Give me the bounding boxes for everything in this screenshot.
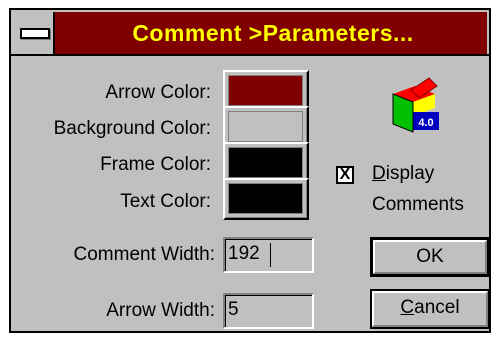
checkbox-check-mark: X (339, 166, 351, 183)
title-bar: Comment >Parameters... (13, 12, 487, 54)
text-color-button[interactable] (223, 178, 309, 220)
title-divider (11, 54, 489, 56)
app-logo-icon: 4.0 (385, 72, 443, 134)
display-comments-label-line2[interactable]: Comments (372, 193, 464, 217)
arrow-width-value: 5 (228, 299, 239, 320)
arrow-width-input[interactable]: 5 (223, 293, 314, 329)
comment-width-input[interactable]: 192 (223, 237, 314, 273)
background-color-swatch (228, 111, 303, 142)
display-rest: isplay (385, 163, 435, 184)
logo-version-text: 4.0 (418, 117, 433, 129)
parameters-dialog: Comment >Parameters... Arrow Color: Back… (9, 8, 491, 333)
cancel-mnemonic: C (400, 297, 415, 318)
text-color-swatch (228, 183, 303, 214)
arrow-color-swatch (228, 75, 303, 106)
display-mnemonic: D (372, 163, 386, 184)
ok-button-label: OK (416, 246, 444, 267)
frame-color-swatch (228, 147, 303, 178)
comment-width-value: 192 (228, 243, 260, 264)
display-comments-checkbox[interactable]: X (336, 166, 354, 184)
background-color-label: Background Color: (53, 118, 211, 139)
arrow-width-label: Arrow Width: (106, 300, 215, 321)
cancel-button-label: Cancel (400, 297, 459, 318)
cancel-button[interactable]: Cancel (370, 289, 490, 329)
ok-button[interactable]: OK (370, 237, 490, 277)
text-caret (270, 243, 271, 267)
system-menu-icon (20, 28, 50, 39)
arrow-color-label: Arrow Color: (105, 82, 211, 103)
text-color-label: Text Color: (120, 191, 211, 212)
frame-color-label: Frame Color: (100, 154, 211, 175)
dialog-title: Comment >Parameters... (132, 20, 414, 46)
cancel-rest: ancel (414, 297, 460, 318)
comment-width-label: Comment Width: (73, 244, 215, 265)
system-menu-button[interactable] (13, 12, 55, 54)
display-comments-label-line1[interactable]: Display (372, 162, 434, 186)
